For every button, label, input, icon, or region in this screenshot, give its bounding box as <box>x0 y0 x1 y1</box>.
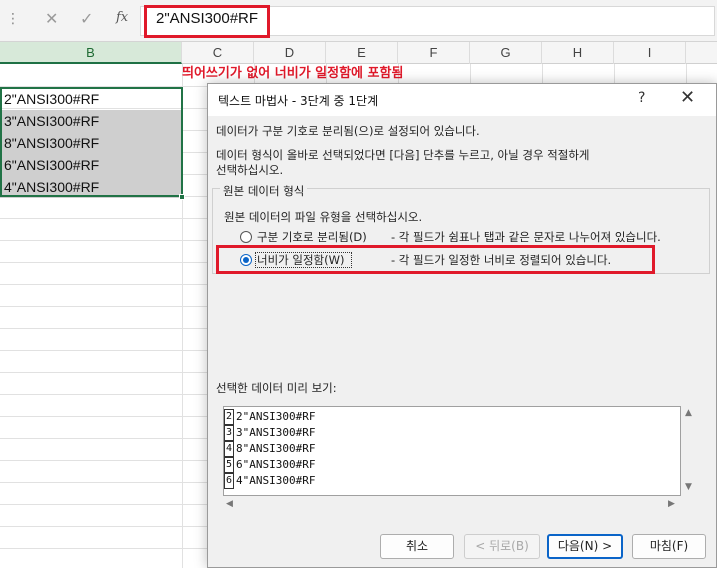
data-preview[interactable]: 2 2"ANSI300#RF 3 3"ANSI300#RF 4 8"ANSI30… <box>223 406 681 496</box>
selection-border <box>0 87 183 197</box>
intro-line-2: 데이터 형식이 올바로 선택되었다면 [다음] 단추를 누르고, 아닐 경우 적… <box>216 148 590 162</box>
annotation-text: 띄어쓰기가 없어 너비가 일정함에 포함됨 <box>182 66 404 81</box>
text-wizard-dialog: 텍스트 마법사 - 3단계 중 1단계 ? ✕ 데이터가 구분 기호로 분리됨(… <box>207 83 717 568</box>
formula-bar: ⋮ ✕ ✓ fx 2"ANSI300#RF <box>0 0 717 42</box>
preview-row-text: 2"ANSI300#RF <box>236 410 316 423</box>
intro-line-3: 선택하십시오. <box>216 163 284 177</box>
preview-row-number: 2 <box>224 409 234 425</box>
preview-label: 선택한 데이터 미리 보기: <box>216 381 337 395</box>
scroll-down-icon[interactable]: ▼ <box>685 482 692 492</box>
preview-row-number: 6 <box>224 473 234 489</box>
column-header-g[interactable]: G <box>470 42 542 64</box>
next-button[interactable]: 다음(N) > <box>547 534 623 559</box>
delimited-desc: - 각 필드가 쉼표나 탭과 같은 문자로 나누어져 있습니다. <box>391 230 661 244</box>
preview-row-number: 5 <box>224 457 234 473</box>
more-options-icon[interactable]: ⋮ <box>6 11 20 27</box>
intro-line-1: 데이터가 구분 기호로 분리됨(으)로 설정되어 있습니다. <box>216 124 480 138</box>
dialog-title: 텍스트 마법사 - 3단계 중 1단계 <box>218 94 379 108</box>
scroll-up-icon[interactable]: ▲ <box>685 408 692 418</box>
column-header-e[interactable]: E <box>326 42 398 64</box>
preview-horizontal-scrollbar[interactable]: ◀ ▶ <box>223 496 681 512</box>
enter-icon[interactable]: ✓ <box>80 9 93 28</box>
column-header-f[interactable]: F <box>398 42 470 64</box>
cancel-button[interactable]: 취소 <box>380 534 454 559</box>
fill-handle[interactable] <box>179 194 185 200</box>
column-header-c[interactable]: C <box>182 42 254 64</box>
scroll-right-icon[interactable]: ▶ <box>668 499 675 509</box>
help-icon[interactable]: ? <box>638 90 645 106</box>
formula-highlight-box <box>144 5 270 38</box>
preview-vertical-scrollbar[interactable]: ▲ ▼ <box>681 406 697 496</box>
column-header-d[interactable]: D <box>254 42 326 64</box>
dialog-titlebar[interactable]: 텍스트 마법사 - 3단계 중 1단계 ? ✕ <box>208 84 716 116</box>
close-icon[interactable]: ✕ <box>680 87 695 108</box>
preview-row-text: 6"ANSI300#RF <box>236 458 316 471</box>
preview-row-text: 3"ANSI300#RF <box>236 426 316 439</box>
scroll-left-icon[interactable]: ◀ <box>226 499 233 509</box>
preview-row-text: 8"ANSI300#RF <box>236 442 316 455</box>
preview-row-text: 4"ANSI300#RF <box>236 474 316 487</box>
column-header-h[interactable]: H <box>542 42 614 64</box>
finish-button[interactable]: 마침(F) <box>632 534 706 559</box>
column-header-b[interactable]: B <box>0 42 182 64</box>
delimited-radio[interactable] <box>240 231 252 243</box>
group-title: 원본 데이터 형식 <box>220 183 308 199</box>
column-headers: B C D E F G H I <box>0 42 717 64</box>
back-button[interactable]: < 뒤로(B) <box>464 534 540 559</box>
preview-row-number: 4 <box>224 441 234 457</box>
cancel-icon[interactable]: ✕ <box>45 9 58 28</box>
fixed-width-highlight-box <box>216 245 655 274</box>
insert-function-icon[interactable]: fx <box>116 10 128 25</box>
delimited-label[interactable]: 구분 기호로 분리됨(D) <box>257 229 367 245</box>
column-header-i[interactable]: I <box>614 42 686 64</box>
preview-row-number: 3 <box>224 425 234 441</box>
group-prompt: 원본 데이터의 파일 유형을 선택하십시오. <box>224 210 423 224</box>
